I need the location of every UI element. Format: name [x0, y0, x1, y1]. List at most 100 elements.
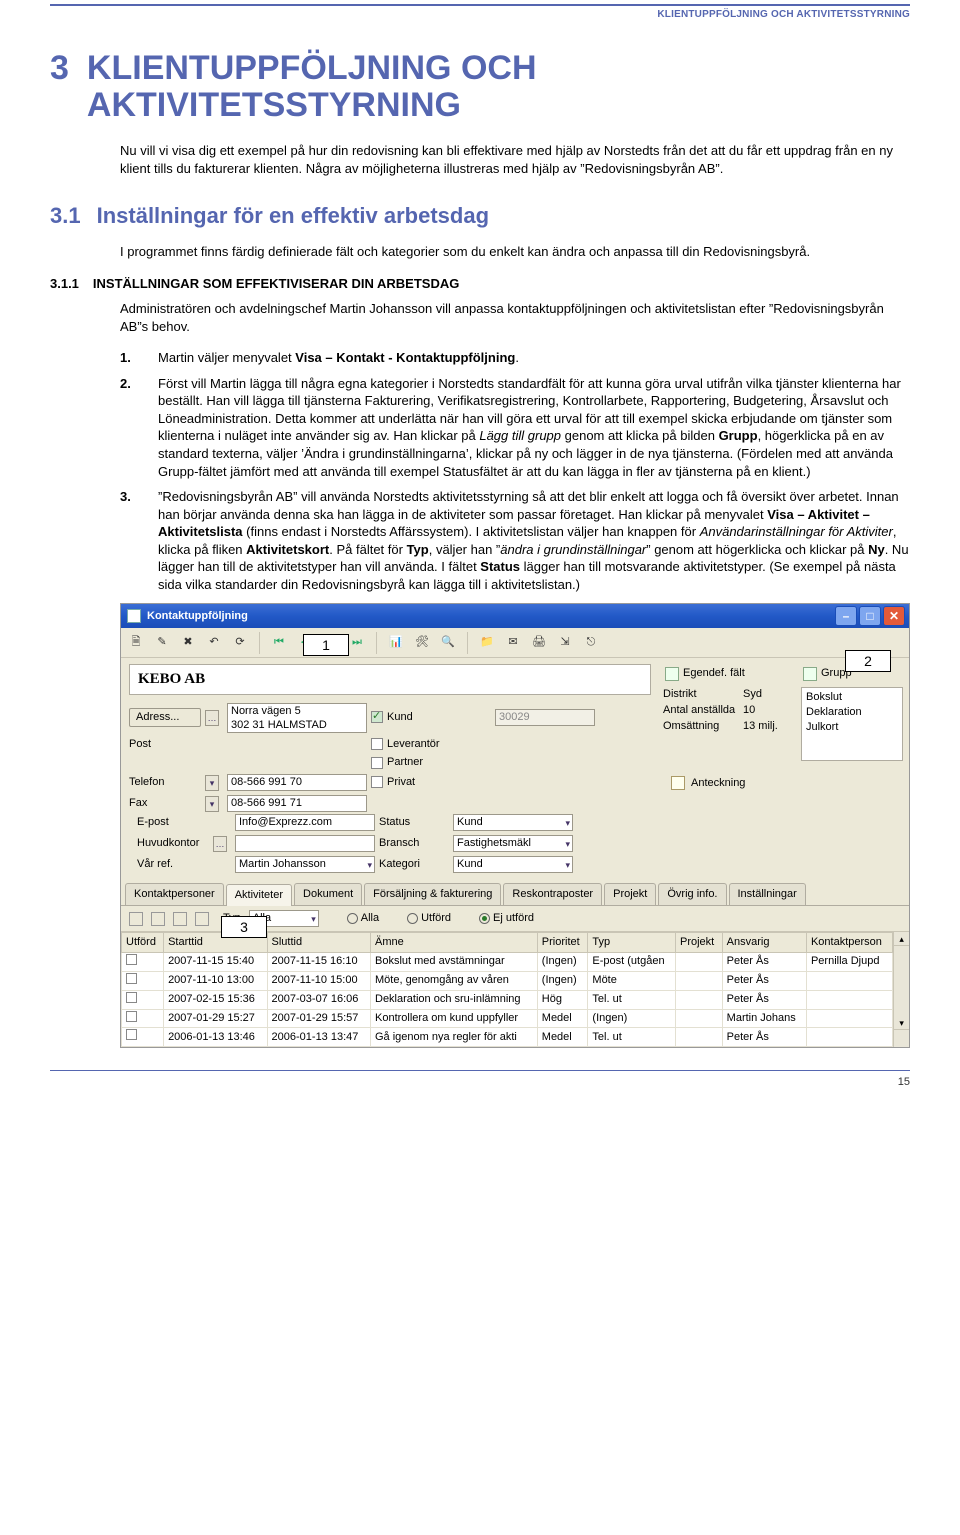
intro-paragraph: Nu vill vi visa dig ett exempel på hur d…: [120, 142, 910, 177]
table-header[interactable]: Ämne: [371, 933, 538, 953]
hk-input[interactable]: [235, 835, 375, 852]
edit-icon[interactable]: ✎: [153, 634, 171, 652]
tab-ovrig[interactable]: Övrig info.: [658, 883, 726, 905]
telefon-input[interactable]: 08-566 991 70: [227, 774, 367, 791]
post-label: Post: [129, 737, 201, 752]
window-title: Kontaktuppföljning: [147, 609, 248, 624]
fax-dd-icon[interactable]: ▾: [205, 796, 219, 812]
tabtool-refresh-icon[interactable]: [195, 912, 209, 926]
tab-kontaktpersoner[interactable]: Kontaktpersoner: [125, 883, 224, 905]
status-select[interactable]: Kund▾: [453, 814, 573, 831]
titlebar[interactable]: Kontaktuppföljning – □ ✕: [121, 604, 909, 628]
subsection-body: Administratören och avdelningschef Marti…: [120, 300, 910, 335]
hk-dd-icon[interactable]: …: [213, 836, 227, 852]
last-icon[interactable]: ⏭: [348, 634, 366, 652]
table-header[interactable]: Projekt: [676, 933, 723, 953]
table-header[interactable]: Ansvarig: [722, 933, 806, 953]
telefon-dd-icon[interactable]: ▾: [205, 775, 219, 791]
kategori-select[interactable]: Kund▾: [453, 856, 573, 873]
tab-installningar[interactable]: Inställningar: [729, 883, 806, 905]
table-header[interactable]: Prioritet: [537, 933, 588, 953]
subsection-heading: 3.1.1 INSTÄLLNINGAR SOM EFFEKTIVISERAR D…: [50, 275, 910, 293]
list-item[interactable]: Bokslut: [806, 690, 898, 705]
close-button[interactable]: ✕: [883, 606, 905, 626]
exit-icon[interactable]: ⎋: [582, 634, 600, 652]
ref-select[interactable]: Martin Johansson▾: [235, 856, 375, 873]
tab-aktiviteter[interactable]: Aktiviteter: [226, 884, 292, 906]
epost-input[interactable]: Info@Exprezz.com: [235, 814, 375, 831]
privat-checkbox[interactable]: [371, 776, 383, 788]
folder-icon[interactable]: 📁: [478, 634, 496, 652]
tab-dokument[interactable]: Dokument: [294, 883, 362, 905]
table-row[interactable]: 2006-01-13 13:462006-01-13 13:47Gå igeno…: [122, 1028, 893, 1047]
tab-projekt[interactable]: Projekt: [604, 883, 656, 905]
address-input[interactable]: Norra vägen 5 302 31 HALMSTAD: [227, 703, 367, 733]
search-icon[interactable]: 🔍: [439, 634, 457, 652]
table-row[interactable]: 2007-01-29 15:272007-01-29 15:57Kontroll…: [122, 1009, 893, 1028]
row-checkbox[interactable]: [126, 1029, 137, 1040]
table-header[interactable]: Kontaktperson: [806, 933, 892, 953]
egendef-header[interactable]: Egendef. fält: [663, 664, 791, 683]
address-button[interactable]: Adress...: [129, 708, 201, 727]
scroll-down-icon[interactable]: ▾: [894, 1016, 909, 1030]
table-header[interactable]: Utförd: [122, 933, 164, 953]
chart-icon[interactable]: 📊: [387, 634, 405, 652]
scrollbar[interactable]: ▴ ▾: [893, 932, 909, 1047]
table-row[interactable]: 2007-11-10 13:002007-11-10 15:00Möte, ge…: [122, 971, 893, 990]
kund-checkbox[interactable]: [371, 711, 383, 723]
undo-icon[interactable]: ↶: [205, 634, 223, 652]
list-item[interactable]: Julkort: [806, 720, 898, 735]
row-checkbox[interactable]: [126, 1011, 137, 1022]
export-icon[interactable]: ⇲: [556, 634, 574, 652]
tabtool-new-icon[interactable]: [129, 912, 143, 926]
row-checkbox[interactable]: [126, 973, 137, 984]
telefon-label: Telefon: [129, 775, 201, 790]
section-number: 3.1: [50, 201, 81, 231]
step-1: 1. Martin väljer menyvalet Visa – Kontak…: [120, 349, 910, 367]
radio-alla[interactable]: [347, 913, 358, 924]
radio-ejutford[interactable]: [479, 913, 490, 924]
row-checkbox[interactable]: [126, 954, 137, 965]
kategori-label: Kategori: [379, 857, 449, 872]
ref-label: Vår ref.: [137, 857, 209, 872]
kund-number: 30029: [495, 709, 595, 726]
step-3: 3. ”Redovisningsbyrån AB” vill använda N…: [120, 488, 910, 593]
anteckning-label[interactable]: Anteckning: [691, 776, 745, 791]
bransch-select[interactable]: Fastighetsmäkl▾: [453, 835, 573, 852]
tab-forsaljning[interactable]: Försäljning & fakturering: [364, 883, 501, 905]
chapter-number: 3: [50, 50, 69, 125]
tools-icon[interactable]: 🛠: [413, 634, 431, 652]
partner-checkbox[interactable]: [371, 757, 383, 769]
subsection-title: INSTÄLLNINGAR SOM EFFEKTIVISERAR DIN ARB…: [93, 275, 459, 293]
scroll-up-icon[interactable]: ▴: [894, 932, 909, 946]
tabtool-edit-icon[interactable]: [151, 912, 165, 926]
print-icon[interactable]: 🖨: [530, 634, 548, 652]
callout-2: 2: [845, 650, 891, 672]
list-item[interactable]: Deklaration: [806, 705, 898, 720]
activity-table[interactable]: UtfördStarttidSluttidÄmnePrioritetTypPro…: [121, 932, 893, 1047]
radio-utford[interactable]: [407, 913, 418, 924]
fax-input[interactable]: 08-566 991 71: [227, 795, 367, 812]
table-header[interactable]: Typ: [588, 933, 676, 953]
new-icon[interactable]: 🗎: [127, 634, 145, 652]
running-header: KLIENTUPPFÖLJNING OCH AKTIVITETSSTYRNING: [50, 8, 910, 22]
maximize-button[interactable]: □: [859, 606, 881, 626]
app-window: 1 2 3 Kontaktuppföljning – □ ✕ 🗎 ✎ ✖ ↶ ⟳…: [120, 603, 910, 1048]
lev-checkbox[interactable]: [371, 738, 383, 750]
section-body: I programmet finns färdig definierade fä…: [120, 243, 910, 261]
delete-icon[interactable]: ✖: [179, 634, 197, 652]
tab-reskontra[interactable]: Reskontraposter: [503, 883, 602, 905]
row-checkbox[interactable]: [126, 992, 137, 1003]
table-row[interactable]: 2007-02-15 15:362007-03-07 16:06Deklarat…: [122, 990, 893, 1009]
chapter-heading: 3 KLIENTUPPFÖLJNING OCH AKTIVITETSSTYRNI…: [50, 50, 910, 125]
table-row[interactable]: 2007-11-15 15:402007-11-15 16:10Bokslut …: [122, 952, 893, 971]
mail-icon[interactable]: ✉: [504, 634, 522, 652]
refresh-icon[interactable]: ⟳: [231, 634, 249, 652]
address-dropdown-icon[interactable]: …: [205, 710, 219, 726]
hk-label: Huvudkontor: [137, 836, 209, 851]
tabtool-delete-icon[interactable]: [173, 912, 187, 926]
minimize-button[interactable]: –: [835, 606, 857, 626]
table-header[interactable]: Sluttid: [267, 933, 370, 953]
grupp-listbox[interactable]: Bokslut Deklaration Julkort: [801, 687, 903, 761]
first-icon[interactable]: ⏮: [270, 634, 288, 652]
